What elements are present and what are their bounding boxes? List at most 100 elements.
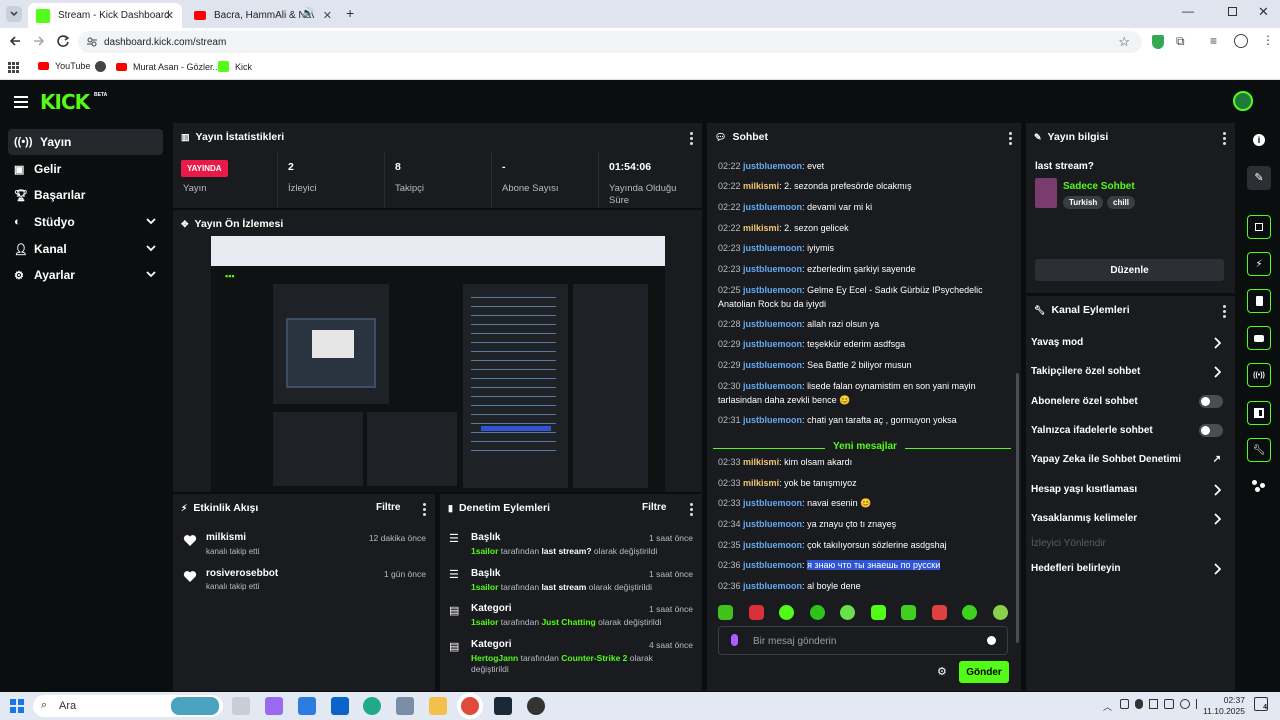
- shield-extension-icon[interactable]: [1152, 35, 1164, 49]
- forward-button[interactable]: [32, 34, 46, 48]
- bookmark-kick[interactable]: Kick: [218, 61, 252, 72]
- chat-message[interactable]: 02:33 milkismi: yok be tanışmıyoz: [718, 476, 1003, 490]
- emote-icon[interactable]: [870, 605, 886, 620]
- chat-message[interactable]: 02:34 justbluemoon: ya znayu çto tı znay…: [718, 517, 1003, 531]
- chat-message[interactable]: 02:36 justbluemoon: al boyle dene: [718, 579, 1003, 593]
- chat-message[interactable]: 02:31 justbluemoon: chati yan tarafta aç…: [718, 413, 1003, 427]
- action-followers-only[interactable]: Takipçilere özel sohbet: [1031, 366, 1231, 378]
- sidebar-item-ayarlar[interactable]: ⚙ Ayarlar: [8, 262, 163, 288]
- more-options-icon[interactable]: [1009, 132, 1012, 147]
- app-icon[interactable]: [396, 697, 414, 715]
- emote-icon[interactable]: [718, 605, 733, 620]
- taskbar-search[interactable]: ⌕ Ara: [33, 695, 223, 717]
- emote-icon[interactable]: [931, 605, 947, 620]
- action-slow-mode[interactable]: Yavaş mod: [1031, 337, 1231, 349]
- broadcast-icon[interactable]: ((•)): [1247, 363, 1271, 387]
- close-tab-icon[interactable]: ✕: [323, 9, 332, 22]
- chat-input[interactable]: Bir mesaj gönderin: [718, 626, 1008, 655]
- microphone-icon[interactable]: [1135, 699, 1143, 709]
- chat-message[interactable]: 02:29 justbluemoon: teşekkür ederim asdf…: [718, 337, 1003, 351]
- hamburger-menu-icon[interactable]: [14, 96, 28, 108]
- bookmark-murat-asan[interactable]: Murat Asan - Gözler...: [95, 61, 220, 72]
- back-button[interactable]: [8, 34, 22, 48]
- emote-icon[interactable]: [901, 605, 917, 620]
- filter-button[interactable]: Filtre: [376, 502, 400, 513]
- more-options-icon[interactable]: [690, 503, 693, 518]
- notification-center-icon[interactable]: 4: [1254, 697, 1268, 711]
- extensions-icon[interactable]: ⧉: [1176, 34, 1185, 49]
- steam-icon[interactable]: [494, 697, 512, 715]
- kick-logo[interactable]: KICK: [40, 90, 90, 114]
- emote-icon[interactable]: [962, 605, 978, 620]
- close-tab-icon[interactable]: ✕: [165, 9, 174, 22]
- more-options-icon[interactable]: [1223, 132, 1226, 147]
- chat-message[interactable]: 02:25 justbluemoon: Gelme Ey Ecel - Sadı…: [718, 283, 1003, 311]
- chat-message[interactable]: 02:36 justbluemoon: я знаю что ты знаешь…: [718, 558, 1003, 572]
- more-options-icon[interactable]: [1223, 305, 1226, 320]
- sidebar-item-gelir[interactable]: ▣ Gelir: [8, 156, 163, 182]
- emote-icon[interactable]: [992, 605, 1008, 620]
- emote-icon[interactable]: [840, 605, 856, 620]
- chat-message[interactable]: 02:22 milkismi: 2. sezonda prefesörde ol…: [718, 179, 1003, 193]
- pencil-icon[interactable]: ✎: [1247, 166, 1271, 190]
- close-window-button[interactable]: ✕: [1258, 4, 1269, 20]
- profile-icon[interactable]: [1234, 34, 1248, 48]
- clock[interactable]: 02:37 11.10.2025: [1201, 695, 1245, 717]
- apps-grid-icon[interactable]: [8, 62, 19, 73]
- chat-message[interactable]: 02:35 justbluemoon: çok takılıyorsun söz…: [718, 538, 1003, 552]
- action-set-goals[interactable]: Hedefleri belirleyin: [1031, 563, 1231, 575]
- emote-icon[interactable]: [779, 605, 795, 620]
- wrench-icon[interactable]: 🔧︎: [1247, 438, 1271, 462]
- chat-message[interactable]: 02:33 justbluemoon: navai esenin 😊: [718, 496, 1003, 510]
- integrations-icon[interactable]: [1252, 480, 1266, 492]
- obs-icon[interactable]: [527, 697, 545, 715]
- minimize-button[interactable]: —: [1182, 4, 1194, 18]
- microphone-icon[interactable]: [731, 634, 738, 646]
- network-icon[interactable]: [1164, 699, 1174, 709]
- stream-category[interactable]: Sadece Sohbet: [1063, 181, 1135, 192]
- address-bar[interactable]: dashboard.kick.com/stream ☆: [78, 31, 1142, 53]
- edge-icon[interactable]: [363, 697, 381, 715]
- tray-app-icon[interactable]: [1120, 699, 1129, 709]
- reload-button[interactable]: [56, 34, 70, 48]
- action-subscribers-only[interactable]: Abonelere özel sohbet: [1031, 395, 1231, 408]
- folder-icon[interactable]: [429, 697, 447, 715]
- chat-message[interactable]: 02:23 justbluemoon: ezberledim şarkiyi s…: [718, 262, 1003, 276]
- site-info-icon[interactable]: [86, 36, 98, 48]
- sidebar-item-studyo[interactable]: ◐ Stüdyo: [8, 209, 163, 235]
- tab-youtube[interactable]: Bacra, HammAli & Navai - 🔊 ✕: [186, 3, 340, 28]
- info-icon[interactable]: i: [1253, 134, 1265, 146]
- bookmark-youtube[interactable]: YouTube: [38, 61, 90, 71]
- action-account-age[interactable]: Hesap yaşı kısıtlaması: [1031, 484, 1231, 496]
- media-control-icon[interactable]: ≡: [1210, 34, 1217, 48]
- chat-message[interactable]: 02:22 justbluemoon: evet: [718, 159, 1003, 173]
- avatar[interactable]: [1233, 91, 1253, 111]
- edit-button[interactable]: Düzenle: [1035, 259, 1224, 281]
- volume-icon[interactable]: [1180, 699, 1190, 709]
- subscribers-only-toggle[interactable]: [1199, 395, 1223, 408]
- speaker-icon[interactable]: 🔊: [302, 8, 314, 19]
- chat-message[interactable]: 02:33 milkismi: kim olsam akardı: [718, 455, 1003, 469]
- chat-message[interactable]: 02:22 justbluemoon: devami var mi ki: [718, 200, 1003, 214]
- chat-message[interactable]: 02:29 justbluemoon: Sea Battle 2 biliyor…: [718, 358, 1003, 372]
- outlook-icon[interactable]: [331, 697, 349, 715]
- chat-bubble-icon[interactable]: [1247, 326, 1271, 350]
- more-options-icon[interactable]: [423, 503, 426, 518]
- tab-search-button[interactable]: [6, 6, 22, 22]
- stream-preview-video[interactable]: ▪▪▪: [211, 236, 665, 492]
- task-view-icon[interactable]: [232, 697, 250, 715]
- send-button[interactable]: Gönder: [959, 661, 1009, 683]
- maximize-button[interactable]: [1228, 7, 1237, 16]
- emote-icon[interactable]: [809, 605, 825, 620]
- browser-menu-icon[interactable]: ⋮: [1262, 33, 1274, 47]
- battery-icon[interactable]: [1149, 699, 1158, 709]
- action-banned-words[interactable]: Yasaklanmış kelimeler: [1031, 513, 1231, 525]
- tab-kick-dashboard[interactable]: Stream - Kick Dashboard ✕: [28, 3, 182, 28]
- action-ai-moderation[interactable]: Yapay Zeka ile Sohbet Denetimi ↗: [1031, 454, 1231, 465]
- sidebar-item-basarilar[interactable]: 🏆︎ Başarılar: [8, 182, 163, 208]
- layout-icon[interactable]: [1247, 401, 1271, 425]
- new-tab-button[interactable]: +: [346, 5, 354, 21]
- chat-message[interactable]: 02:28 justbluemoon: allah razi olsun ya: [718, 317, 1003, 331]
- more-options-icon[interactable]: [690, 132, 693, 147]
- emoji-icon[interactable]: [987, 636, 996, 645]
